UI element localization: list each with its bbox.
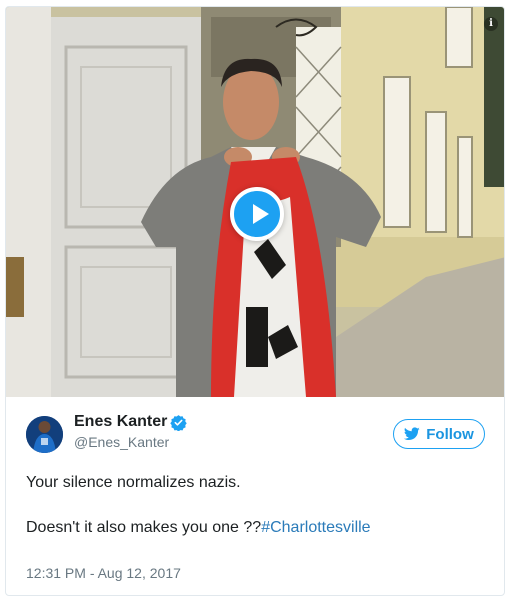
tweet-timestamp[interactable]: 12:31 PM - Aug 12, 2017 [26, 565, 181, 581]
avatar[interactable] [26, 416, 63, 453]
follow-label: Follow [426, 425, 474, 443]
twitter-bird-icon [404, 427, 420, 440]
play-button[interactable] [230, 187, 284, 241]
play-icon [253, 204, 269, 224]
tweet-text-line-1: Your silence normalizes nazis. [26, 474, 241, 491]
avatar-image [26, 416, 63, 453]
info-icon[interactable]: i [484, 17, 498, 31]
video-player[interactable]: i [6, 7, 504, 397]
author-handle[interactable]: @Enes_Kanter [74, 434, 169, 450]
tweet-text-line-2-text: Doesn't it also makes you one ?? [26, 519, 262, 536]
tweet-text-line-2: Doesn't it also makes you one ??#Charlot… [26, 519, 371, 537]
embedded-tweet-card: i Enes Kanter @Enes_Kanter Follow Your s… [5, 6, 505, 596]
follow-button[interactable]: Follow [393, 419, 485, 449]
author-name[interactable]: Enes Kanter [74, 413, 167, 431]
hashtag-link[interactable]: #Charlottesville [261, 519, 370, 536]
verified-badge-icon [170, 415, 187, 431]
